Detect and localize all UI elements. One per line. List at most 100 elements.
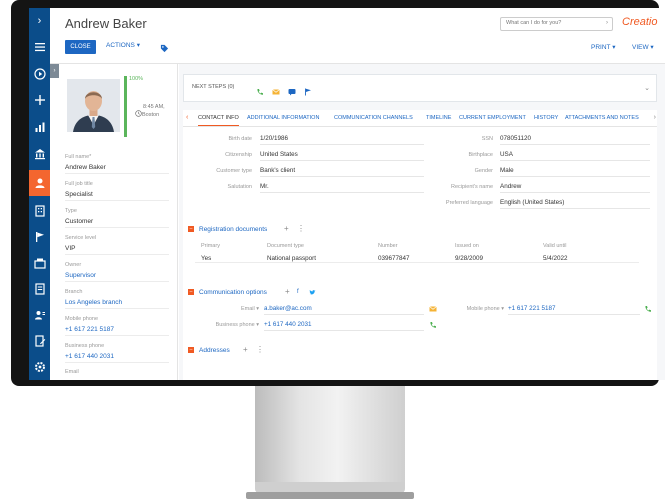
citizenship-field[interactable]: United States <box>260 151 424 161</box>
communication-options-header[interactable]: – Communication options <box>188 289 267 296</box>
type-field[interactable]: Customer <box>65 218 169 228</box>
tab-attachments-and-notes[interactable]: ATTACHMENTS AND NOTES <box>565 115 639 121</box>
flag-icon[interactable] <box>29 226 50 248</box>
collapse-icon[interactable]: – <box>188 347 194 354</box>
clock-icon <box>135 104 142 117</box>
chevron-left-icon[interactable]: ‹ <box>186 114 188 121</box>
registration-documents-header[interactable]: – Registration documents <box>188 226 267 233</box>
chevron-right-icon[interactable]: › <box>654 114 656 121</box>
detail-tabs: ‹ CONTACT INFO ADDITIONAL INFORMATION CO… <box>183 110 657 127</box>
ssn-field[interactable]: 078051120 <box>500 135 650 145</box>
command-input[interactable] <box>506 20 596 26</box>
ssn-label: SSN <box>481 136 493 142</box>
service-level-field[interactable]: VIP <box>65 245 169 255</box>
products-icon[interactable] <box>29 252 50 274</box>
gender-field[interactable]: Male <box>500 167 650 177</box>
owner-field[interactable]: Supervisor <box>65 272 169 282</box>
contact-photo[interactable] <box>67 79 120 132</box>
birthplace-field[interactable]: USA <box>500 151 650 161</box>
recipients-name-label: Recipient's name <box>450 184 493 190</box>
collapse-icon[interactable]: – <box>188 289 194 296</box>
profile-completeness-fill <box>124 76 127 137</box>
settings-icon[interactable] <box>29 356 50 378</box>
mobile-phone-field[interactable]: +1 617 221 5187 <box>65 326 169 336</box>
type-label: Type <box>65 208 77 214</box>
table-cell: 039677847 <box>378 255 410 262</box>
mobile-phone-type-label[interactable]: Mobile phone ▾ <box>441 306 504 312</box>
chevron-down-icon[interactable]: ⌄ <box>644 84 650 92</box>
profile-completeness-value: 100% <box>129 76 144 82</box>
table-row[interactable] <box>195 251 639 263</box>
nav-expand-icon[interactable]: › <box>29 10 50 32</box>
phone-call-icon[interactable] <box>644 305 652 315</box>
close-button[interactable]: CLOSE <box>65 40 96 54</box>
recipients-name-field[interactable]: Andrew <box>500 183 650 193</box>
column-header[interactable]: Primary <box>201 243 220 249</box>
column-header[interactable]: Number <box>378 243 398 249</box>
branch-label: Branch <box>65 289 83 295</box>
preferred-language-field[interactable]: English (United States) <box>500 199 650 209</box>
more-options-icon[interactable]: ⋮ <box>256 345 264 354</box>
collapse-icon[interactable]: – <box>188 226 194 233</box>
tab-additional-information[interactable]: ADDITIONAL INFORMATION <box>247 115 319 121</box>
play-circle-icon[interactable] <box>29 63 50 85</box>
customer-type-field[interactable]: Bank's client <box>260 167 424 177</box>
next-steps-label[interactable]: NEXT STEPS (0) <box>192 84 234 90</box>
accounts-icon[interactable] <box>29 200 50 222</box>
phone-call-icon[interactable] <box>429 321 437 331</box>
tab-history[interactable]: HISTORY <box>534 115 558 121</box>
tag-icon[interactable] <box>160 40 170 53</box>
email-type-label[interactable]: Email ▾ <box>203 306 259 312</box>
branch-field[interactable]: Los Angeles branch <box>65 299 169 309</box>
flag-icon[interactable] <box>304 83 312 96</box>
business-phone-field[interactable]: +1 617 440 2031 <box>65 353 169 363</box>
salutation-label: Salutation <box>227 184 252 190</box>
job-title-field[interactable]: Specialist <box>65 191 169 201</box>
next-steps-bar: NEXT STEPS (0) ⌄ <box>183 74 657 102</box>
add-icon[interactable] <box>29 89 50 111</box>
collapse-panel-icon[interactable]: › <box>50 64 59 78</box>
email-field[interactable]: a.baker@ac.com <box>264 305 424 315</box>
business-phone-type-label[interactable]: Business phone ▾ <box>203 322 259 328</box>
business-phone-label: Business phone <box>65 343 105 349</box>
column-header[interactable]: Issued on <box>455 243 479 249</box>
analytics-icon[interactable] <box>29 116 50 138</box>
contacts-icon[interactable] <box>29 170 50 196</box>
birth-date-field[interactable]: 1/20/1986 <box>260 135 424 145</box>
bank-icon[interactable] <box>29 143 50 165</box>
print-button[interactable]: PRINT ▾ <box>591 43 615 51</box>
more-options-icon[interactable]: ⋮ <box>297 224 305 233</box>
tab-timeline[interactable]: TIMELINE <box>426 115 451 121</box>
column-header[interactable]: Valid until <box>543 243 566 249</box>
add-icon[interactable]: + <box>243 345 248 354</box>
service-level-label: Service level <box>65 235 97 241</box>
column-header[interactable]: Document type <box>267 243 304 249</box>
actions-button[interactable]: ACTIONS ▾ <box>106 41 140 49</box>
page-header: Andrew Baker CLOSE ACTIONS ▾ › Creatio P… <box>50 8 665 64</box>
addresses-header[interactable]: – Addresses <box>188 347 230 354</box>
business-phone-comm-field[interactable]: +1 617 440 2031 <box>264 321 424 331</box>
mobile-phone-comm-field[interactable]: +1 617 221 5187 <box>508 305 640 315</box>
command-search[interactable]: › <box>500 17 613 31</box>
users-icon[interactable] <box>29 304 50 326</box>
chevron-right-icon[interactable]: › <box>606 20 608 26</box>
chat-icon[interactable] <box>288 83 296 96</box>
add-icon[interactable]: + <box>284 224 289 233</box>
birthplace-label: Birthplace <box>468 152 493 158</box>
phone-call-icon[interactable] <box>256 83 264 95</box>
tab-communication-channels[interactable]: COMMUNICATION CHANNELS <box>334 115 413 121</box>
full-name-field[interactable]: Andrew Baker <box>65 164 169 174</box>
view-button[interactable]: VIEW ▾ <box>632 43 654 51</box>
hamburger-menu-icon[interactable] <box>29 36 50 58</box>
tab-contact-info[interactable]: CONTACT INFO <box>198 115 239 126</box>
tab-current-employment[interactable]: CURRENT EMPLOYMENT <box>459 115 526 121</box>
edit-icon[interactable] <box>29 330 50 352</box>
salutation-field[interactable]: Mr. <box>260 183 424 193</box>
email-icon[interactable] <box>272 83 280 95</box>
facebook-icon[interactable]: f <box>297 289 299 295</box>
add-icon[interactable]: + <box>285 287 290 296</box>
document-icon[interactable] <box>29 278 50 300</box>
twitter-icon[interactable] <box>309 289 316 298</box>
registration-documents-title: Registration documents <box>199 226 268 233</box>
email-icon[interactable] <box>429 305 437 315</box>
